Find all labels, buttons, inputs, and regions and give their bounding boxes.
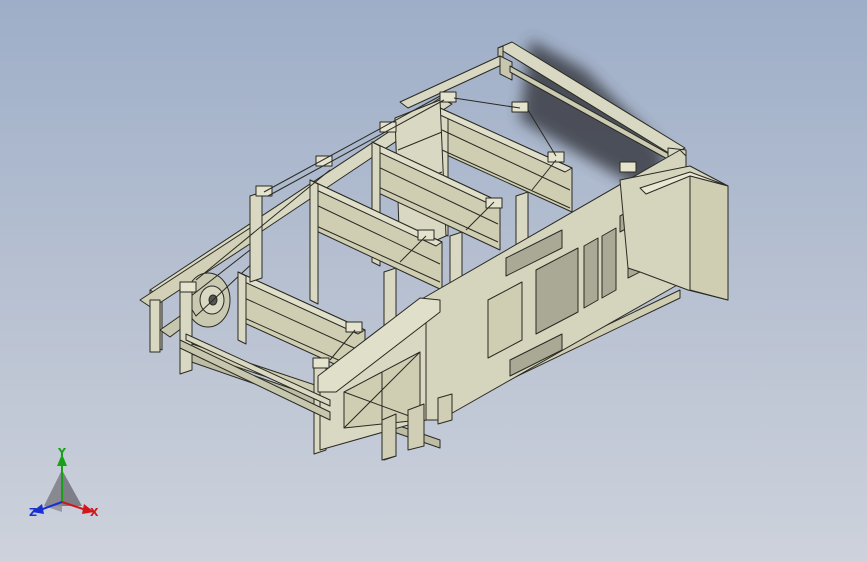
assembly-model[interactable]: Y X Z	[0, 0, 867, 562]
x-axis-label: X	[90, 506, 99, 519]
coordinate-triad: Y X Z	[29, 446, 99, 519]
z-axis-label: Z	[29, 506, 37, 519]
y-axis-label: Y	[57, 446, 67, 459]
cad-graphics-viewport[interactable]: Y X Z	[0, 0, 867, 562]
